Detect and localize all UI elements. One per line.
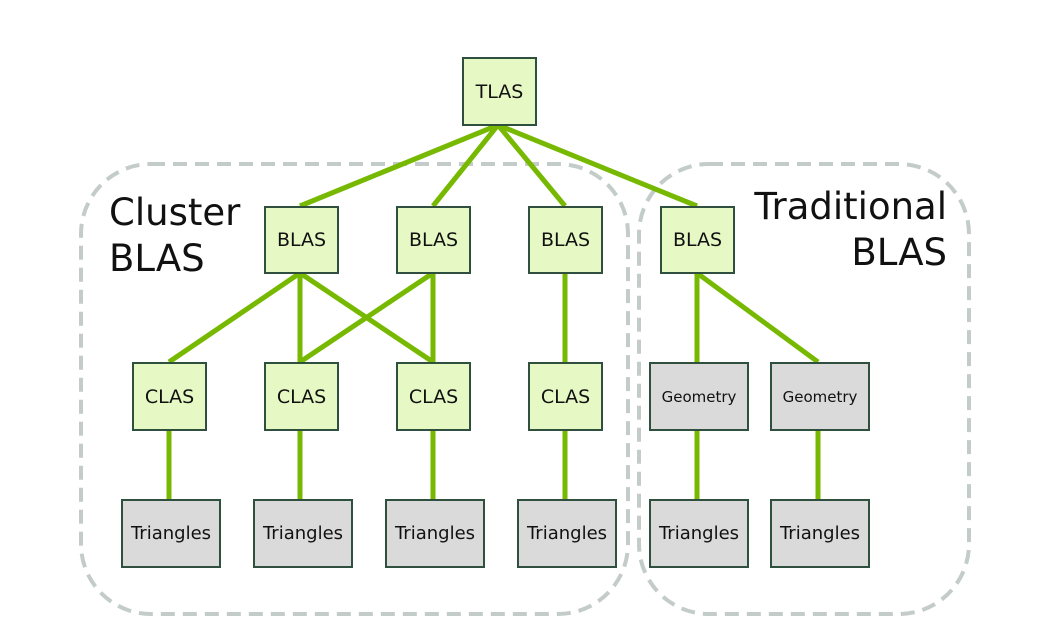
triangles-node: Triangles (121, 499, 221, 568)
clas-node: CLAS (264, 362, 339, 431)
clas-node: CLAS (396, 362, 471, 431)
triangles-node: Triangles (649, 499, 749, 568)
cluster-label-line2: BLAS (109, 237, 205, 280)
blas-node: BLAS (264, 206, 339, 274)
triangles-node: Triangles (517, 499, 617, 568)
edge (695, 270, 820, 365)
traditional-blas-label: Traditional BLAS (754, 184, 947, 276)
clas-node: CLAS (528, 362, 603, 431)
edge (167, 270, 302, 365)
clas-node: CLAS (132, 362, 207, 431)
tlas-node: TLAS (462, 57, 537, 126)
geometry-node: Geometry (770, 362, 870, 431)
traditional-label-line1: Traditional (754, 185, 947, 228)
geometry-node: Geometry (649, 362, 749, 431)
cluster-blas-label: Cluster BLAS (109, 190, 240, 282)
diagram: Cluster BLAS Traditional BLAS TLAS BLAS … (0, 0, 1051, 640)
blas-node: BLAS (660, 206, 735, 274)
triangles-node: Triangles (385, 499, 485, 568)
triangles-node: Triangles (770, 499, 870, 568)
blas-node: BLAS (528, 206, 603, 274)
triangles-node: Triangles (253, 499, 353, 568)
blas-node: BLAS (396, 206, 471, 274)
traditional-label-line2: BLAS (851, 231, 947, 274)
cluster-label-line1: Cluster (109, 191, 241, 234)
